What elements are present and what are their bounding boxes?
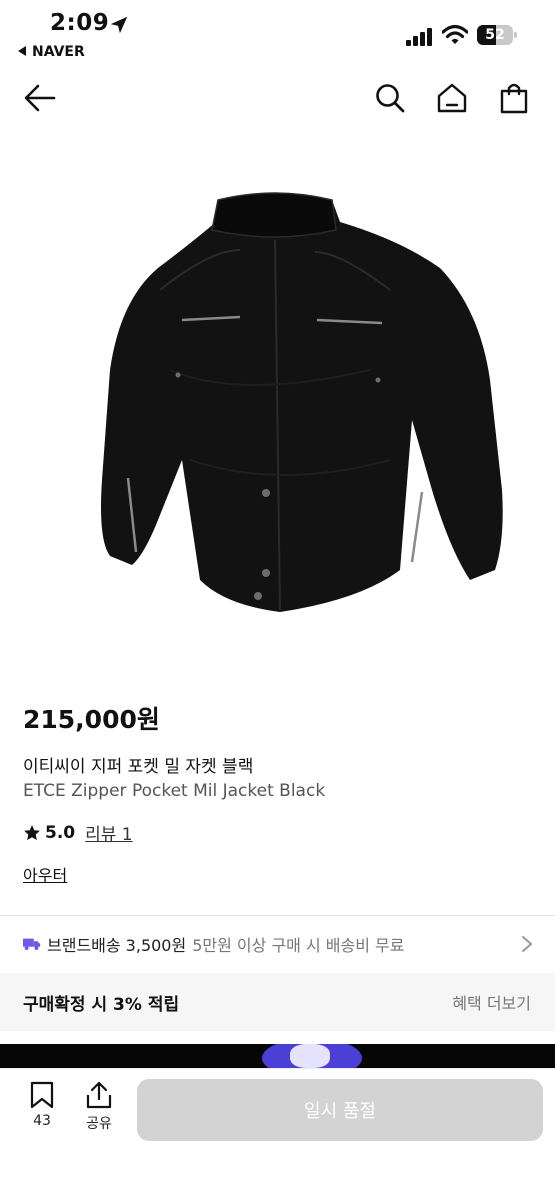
bottom-action-bar: 43 공유 일시 품절 [0,1068,555,1200]
benefit-label: 구매확정 시 3% 적립 [23,994,180,1015]
product-image[interactable] [40,160,515,630]
promo-banner[interactable] [0,1044,555,1068]
back-app-label: NAVER [32,44,85,60]
product-rating: 5.0 리뷰 1 [23,820,133,845]
shopping-bag-icon [500,83,528,114]
product-price: 215,000원 [23,705,160,734]
shipping-note: 5만원 이상 구매 시 배송비 무료 [192,936,405,955]
cart-button[interactable] [496,80,532,116]
benefit-row[interactable]: 구매확정 시 3% 적립 혜택 더보기 [0,973,555,1031]
location-arrow-icon [110,16,128,34]
star-icon [24,824,40,840]
share-button[interactable]: 공유 [79,1081,119,1133]
share-icon [86,1081,112,1109]
rating-score: 5.0 [45,822,76,843]
home-icon [437,83,467,113]
top-nav-bar [0,66,555,130]
arrow-left-icon [24,84,56,112]
sold-out-button[interactable]: 일시 품절 [137,1079,543,1141]
back-to-app-link[interactable]: NAVER [18,44,85,60]
status-bar: 2:09 NAVER 52 [0,0,555,66]
battery-percent: 52 [485,27,505,43]
back-triangle-icon [18,46,26,56]
product-title-english: ETCE Zipper Pocket Mil Jacket Black [23,781,326,801]
category-link[interactable]: 아우터 [23,862,67,886]
wifi-icon [442,24,468,44]
bookmark-count: 43 [33,1113,51,1129]
back-button[interactable] [22,80,58,116]
status-time: 2:09 [50,10,110,36]
battery-icon: 52 [477,25,517,45]
search-icon [376,84,405,113]
shipping-brand-fee: 브랜드배송 3,500원 [47,936,187,955]
bookmark-icon [30,1081,54,1109]
benefit-more-link[interactable]: 혜택 더보기 [452,990,531,1014]
share-label: 공유 [86,1116,112,1132]
truck-icon [23,938,41,951]
bookmark-button[interactable]: 43 [22,1081,62,1129]
shipping-row[interactable]: 브랜드배송 3,500원 5만원 이상 구매 시 배송비 무료 [0,916,555,972]
reviews-link[interactable]: 리뷰 1 [85,820,133,845]
cellular-signal-icon [406,28,434,46]
chevron-right-icon [522,936,533,952]
product-title-korean: 이티씨이 지퍼 포켓 밀 자켓 블랙 [23,757,254,777]
search-button[interactable] [372,80,408,116]
home-button[interactable] [434,80,470,116]
